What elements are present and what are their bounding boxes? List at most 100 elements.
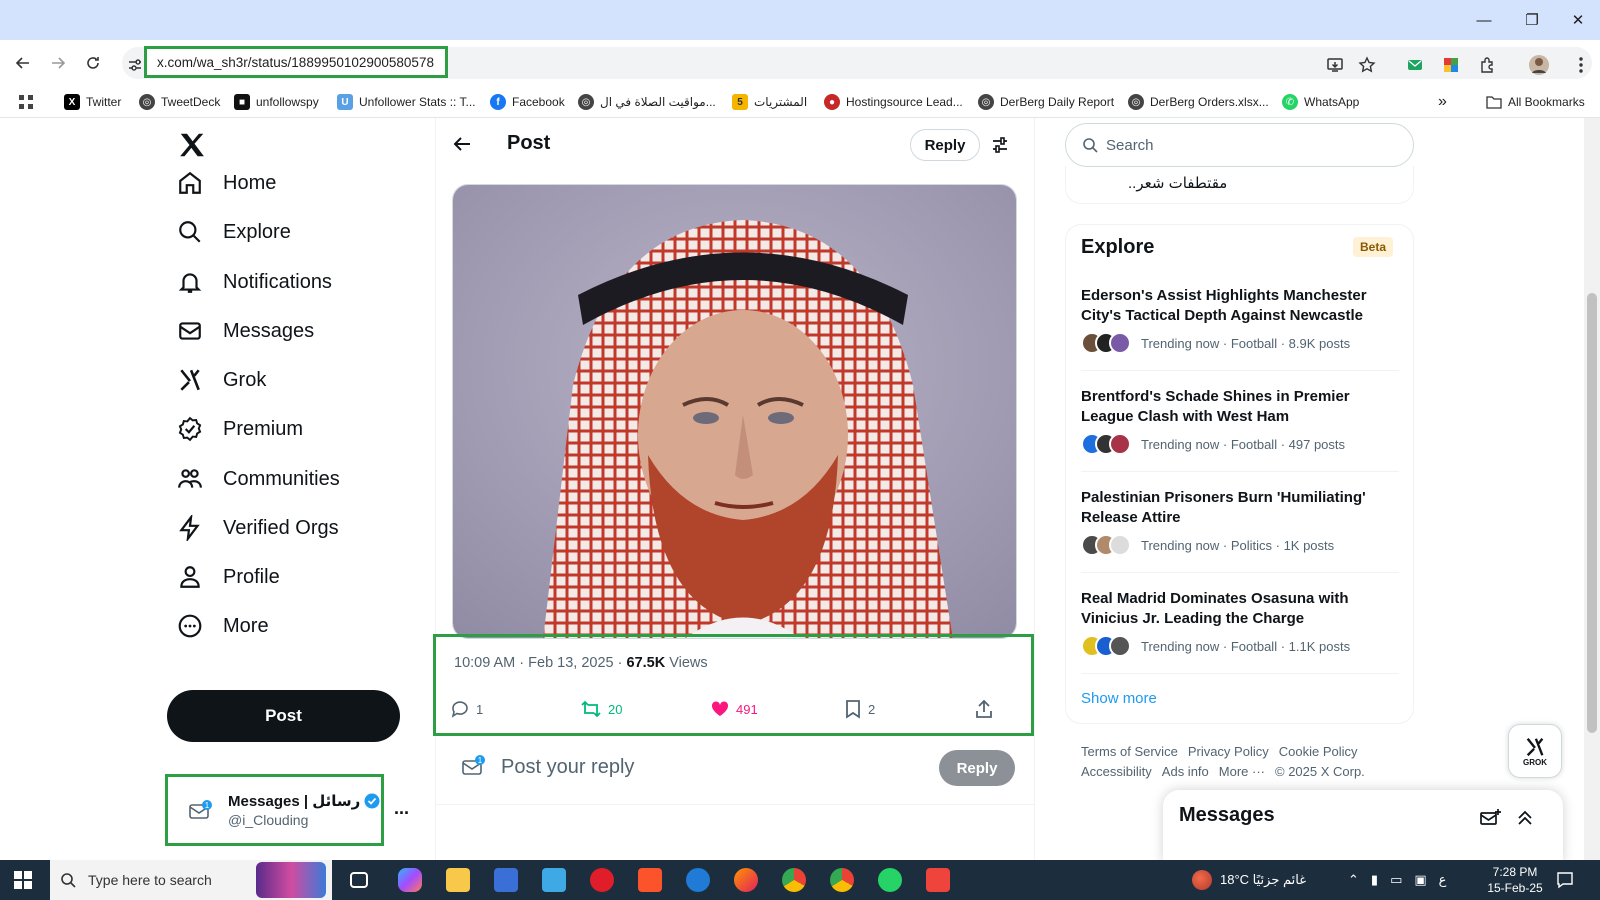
network-icon[interactable]: ▣	[1414, 872, 1426, 888]
bookmarks-bar: X Twitter ◎ TweetDeck ■ unfollowspy U Unfoll…	[0, 86, 1600, 118]
footer-link[interactable]: Cookie Policy	[1279, 744, 1358, 759]
taskbar-search[interactable]: Type here to search	[50, 860, 332, 900]
minimize-icon[interactable]: —	[1466, 8, 1502, 32]
footer-link[interactable]: Accessibility	[1081, 764, 1152, 779]
chrome-menu-icon[interactable]	[1570, 54, 1592, 76]
account-switcher[interactable]: 1 Messages | رسائل @i_Clouding	[165, 774, 384, 846]
trend-item[interactable]: Palestinian Prisoners Burn 'Humiliating'…	[1081, 488, 1399, 556]
restore-icon[interactable]: ❐	[1514, 8, 1550, 32]
reply-submit-button[interactable]: Reply	[939, 750, 1015, 786]
profile-avatar-icon[interactable]	[1528, 54, 1550, 76]
windows-start-icon[interactable]	[14, 871, 32, 894]
bookmark-unfollowspy[interactable]: ■ unfollowspy	[234, 92, 319, 112]
bookmark-prayer-times[interactable]: ◎ مواقيت الصلاة في ال...	[578, 92, 716, 112]
footer-link[interactable]: Privacy Policy	[1188, 744, 1269, 759]
account-more-icon[interactable]: ...	[394, 798, 409, 819]
nav-premium[interactable]: Premium	[177, 409, 303, 449]
bookmark-star-icon[interactable]	[1356, 54, 1378, 76]
footer-link[interactable]: Ads info	[1162, 764, 1209, 779]
nav-more[interactable]: More	[177, 606, 269, 646]
install-app-icon[interactable]	[1324, 54, 1346, 76]
reply-filter-button[interactable]: Reply	[910, 129, 980, 161]
nav-communities[interactable]: Communities	[177, 459, 340, 499]
previous-card	[1065, 166, 1414, 204]
show-more-link[interactable]: Show more	[1081, 690, 1157, 707]
app-icon[interactable]	[494, 868, 518, 892]
chevron-up-icon[interactable]: ⌃	[1348, 872, 1359, 888]
nav-explore[interactable]: Explore	[177, 212, 291, 252]
chrome-icon[interactable]	[782, 868, 806, 892]
nav-notifications[interactable]: Notifications	[177, 262, 332, 302]
bookmark-unfollower-stats[interactable]: U Unfollower Stats :: T...	[337, 92, 476, 112]
footer-link[interactable]: Terms of Service	[1081, 744, 1178, 759]
file-explorer-icon[interactable]	[446, 868, 470, 892]
scroll-thumb[interactable]	[1587, 293, 1597, 733]
whatsapp-icon[interactable]	[878, 868, 902, 892]
anydesk-icon[interactable]	[926, 868, 950, 892]
extensions-puzzle-icon[interactable]	[1477, 54, 1499, 76]
bookmark-derberg-daily[interactable]: ◎ DerBerg Daily Report	[978, 92, 1114, 112]
microphone-icon[interactable]: ▮	[1371, 872, 1378, 888]
expand-drawer-icon[interactable]	[1515, 808, 1535, 833]
share-action[interactable]	[974, 699, 994, 719]
nav-messages[interactable]: Messages	[177, 311, 314, 351]
compose-post-button[interactable]: Post	[167, 690, 400, 742]
close-icon[interactable]: ✕	[1560, 8, 1596, 32]
reload-icon[interactable]	[80, 50, 106, 76]
clock[interactable]: 7:28 PM 15-Feb-25	[1480, 864, 1550, 896]
trend-item[interactable]: Brentford's Schade Shines in Premier Lea…	[1081, 387, 1399, 455]
nav-grok[interactable]: Grok	[177, 360, 266, 400]
extension-colors-icon[interactable]	[1440, 54, 1462, 76]
nav-home[interactable]: Home	[177, 163, 276, 203]
sliders-icon[interactable]	[991, 136, 1009, 159]
nav-verified-orgs[interactable]: Verified Orgs	[177, 508, 339, 548]
firefox-icon[interactable]	[734, 868, 758, 892]
nav-profile[interactable]: Profile	[177, 557, 280, 597]
bookmark-twitter[interactable]: X Twitter	[64, 92, 121, 112]
notifications-icon[interactable]	[1556, 871, 1574, 894]
bookmark-whatsapp[interactable]: ✆ WhatsApp	[1282, 92, 1359, 112]
bookmark-hostingsource[interactable]: ● Hostingsource Lead...	[824, 92, 963, 112]
copilot-icon[interactable]	[398, 868, 422, 892]
extension-mail-icon[interactable]	[1404, 54, 1426, 76]
bookmark-derberg-orders[interactable]: ◎ DerBerg Orders.xlsx...	[1128, 92, 1269, 112]
back-arrow-icon[interactable]	[452, 134, 472, 159]
chrome-profile-icon[interactable]	[830, 868, 854, 892]
back-icon[interactable]	[10, 50, 36, 76]
post-image[interactable]	[452, 184, 1017, 639]
bookmarks-overflow-icon[interactable]: »	[1438, 92, 1447, 112]
messages-drawer[interactable]: Messages	[1163, 790, 1563, 860]
battery-icon[interactable]: ▭	[1390, 872, 1402, 888]
trend-item[interactable]: Ederson's Assist Highlights Manchester C…	[1081, 286, 1399, 354]
previous-card-text[interactable]: مقتطفات شعر..	[1128, 174, 1227, 192]
language-indicator[interactable]: ع	[1439, 872, 1447, 888]
trend-item[interactable]: Real Madrid Dominates Osasuna with Vinic…	[1081, 589, 1399, 657]
task-view-icon[interactable]	[350, 872, 368, 888]
like-action[interactable]: 491	[710, 699, 758, 719]
trend-meta: Trending now · Football · 1.1K posts	[1141, 638, 1351, 654]
weather-widget[interactable]: 18°C غائم جزئيًا	[1192, 860, 1306, 900]
forward-icon[interactable]	[45, 50, 71, 76]
bookmark-tweetdeck[interactable]: ◎ TweetDeck	[139, 92, 220, 112]
tray-icons[interactable]: ⌃ ▮ ▭ ▣ ع	[1348, 860, 1446, 900]
apps-grid-icon[interactable]	[18, 92, 34, 112]
all-bookmarks[interactable]: All Bookmarks	[1486, 92, 1585, 112]
x-logo-icon[interactable]	[177, 130, 207, 165]
site-settings-icon[interactable]	[124, 54, 146, 76]
new-message-icon[interactable]	[1479, 808, 1501, 833]
reply-input[interactable]: Post your reply	[501, 756, 634, 779]
url-field[interactable]: x.com/wa_sh3r/status/1889950102900580578	[144, 46, 448, 78]
bookmark-action[interactable]: 2	[844, 699, 875, 719]
bookmark-purchases[interactable]: 5 المشتريات	[732, 92, 807, 112]
grok-floating-button[interactable]: GROK	[1508, 724, 1562, 778]
footer-link[interactable]: More ···	[1219, 764, 1265, 779]
opera-icon[interactable]	[590, 868, 614, 892]
brave-icon[interactable]	[638, 868, 662, 892]
reply-action[interactable]: 1	[450, 699, 483, 719]
app-icon[interactable]	[686, 868, 710, 892]
app-icon[interactable]	[542, 868, 566, 892]
repost-action[interactable]: 20	[580, 699, 622, 719]
page-scrollbar[interactable]	[1584, 118, 1600, 860]
bookmark-facebook[interactable]: f Facebook	[490, 92, 565, 112]
search-input[interactable]: Search	[1065, 123, 1414, 167]
